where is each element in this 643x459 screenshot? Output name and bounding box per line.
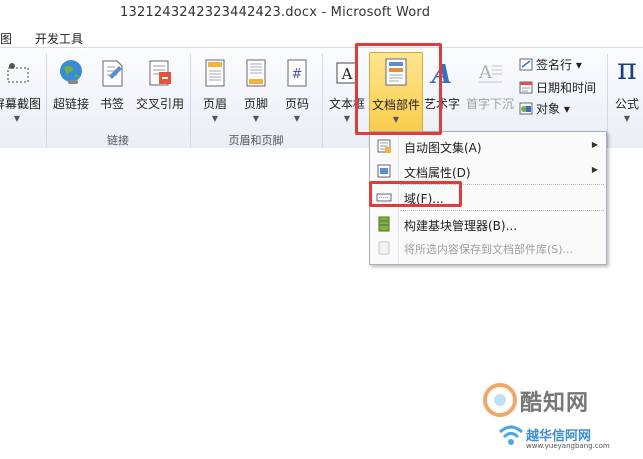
building-blocks-icon bbox=[378, 216, 390, 232]
chevron-down-icon: ▼ bbox=[623, 114, 631, 123]
chevron-right-icon: ▶ bbox=[591, 140, 598, 149]
equation-label: 公式 bbox=[614, 97, 639, 111]
svg-text:A: A bbox=[478, 62, 493, 83]
object-button[interactable]: 对象 ▾ bbox=[519, 100, 570, 117]
menu-divider bbox=[400, 210, 604, 211]
cross-reference-button[interactable]: 交叉引用 bbox=[132, 54, 188, 126]
chevron-down-icon: ▼ bbox=[211, 114, 219, 123]
drop-cap-label: 首字下沉 bbox=[465, 97, 514, 111]
cross-reference-label: 交叉引用 bbox=[135, 97, 184, 111]
date-time-label: 日期和时间 bbox=[536, 81, 597, 95]
equation-button[interactable]: π 公式 ▼ bbox=[609, 52, 643, 126]
highlight-field-item bbox=[369, 181, 462, 207]
screenshot-button[interactable]: 屏幕截图 ▼ bbox=[0, 54, 42, 126]
page-number-glyph: # bbox=[292, 67, 303, 82]
header-button[interactable]: 页眉 ▼ bbox=[197, 54, 233, 126]
text-box-glyph: A bbox=[341, 65, 353, 83]
date-time-button[interactable]: 日期和时间 bbox=[519, 79, 596, 96]
chevron-down-icon: ▼ bbox=[13, 114, 21, 123]
group-label-header-footer: 页眉和页脚 bbox=[228, 134, 284, 147]
menu-item-autotext[interactable]: 自动图文集(A) ▶ bbox=[370, 134, 606, 158]
page-number-label: 页码 bbox=[284, 97, 309, 111]
watermark-logo bbox=[483, 383, 517, 417]
menu-item-save-selection: 将所选内容保存到文档部件库(S)... bbox=[370, 236, 606, 260]
separator bbox=[607, 54, 608, 149]
highlight-quick-parts bbox=[355, 43, 442, 135]
hyperlink-label: 超链接 bbox=[52, 97, 89, 111]
screenshot-label: 屏幕截图 bbox=[0, 97, 41, 111]
menu-item-label: 将所选内容保存到文档部件库(S)... bbox=[404, 243, 574, 256]
chevron-right-icon: ▶ bbox=[591, 165, 598, 174]
ribbon-tabs: 图 开发工具 bbox=[0, 27, 643, 48]
screenshot-icon bbox=[7, 63, 29, 83]
signature-line-icon bbox=[519, 58, 533, 71]
header-icon bbox=[205, 59, 225, 87]
signature-line-button[interactable]: 签名行 ▾ bbox=[519, 56, 582, 73]
globe-link-icon bbox=[60, 60, 82, 84]
cross-reference-icon bbox=[149, 60, 171, 86]
header-label: 页眉 bbox=[202, 97, 227, 111]
tab-picture[interactable]: 图 bbox=[0, 30, 12, 47]
menu-item-label: 文档属性(D) bbox=[404, 166, 471, 180]
page-number-button[interactable]: # 页码 ▼ bbox=[279, 54, 315, 126]
menu-item-label: 构建基块管理器(B)... bbox=[404, 219, 518, 233]
bookmark-icon bbox=[102, 60, 123, 87]
hyperlink-button[interactable]: 超链接 bbox=[50, 54, 92, 126]
page-number-icon: # bbox=[287, 59, 307, 87]
separator bbox=[322, 54, 323, 149]
footer-button[interactable]: 页脚 ▼ bbox=[238, 54, 274, 126]
menu-item-document-property[interactable]: 文档属性(D) ▶ bbox=[370, 159, 606, 183]
group-label-links: 链接 bbox=[107, 134, 129, 147]
title-bar: 1321243242323442423.docx - Microsoft Wor… bbox=[0, 0, 643, 27]
watermark: 酷知网 越华信阿网 www.yueyangbang.com bbox=[482, 380, 632, 455]
object-icon bbox=[519, 102, 533, 115]
watermark-text-1: 酷知网 bbox=[520, 391, 590, 416]
save-selection-icon bbox=[378, 241, 390, 255]
chevron-down-icon: ▼ bbox=[252, 114, 260, 123]
menu-item-label: 自动图文集(A) bbox=[404, 141, 482, 155]
watermark-url: www.yueyangbang.com bbox=[526, 442, 610, 450]
footer-label: 页脚 bbox=[243, 97, 268, 111]
pi-icon: π bbox=[617, 52, 637, 87]
chevron-down-icon: ▼ bbox=[293, 114, 301, 123]
document-property-icon bbox=[377, 164, 391, 178]
signature-line-label: 签名行 ▾ bbox=[536, 58, 582, 72]
date-time-icon bbox=[519, 81, 533, 94]
bookmark-button[interactable]: 书签 bbox=[94, 54, 130, 126]
autotext-icon bbox=[377, 139, 391, 153]
drop-cap-icon: A bbox=[478, 62, 502, 83]
window-title: 1321243242323442423.docx - Microsoft Wor… bbox=[120, 5, 431, 20]
tab-developer[interactable]: 开发工具 bbox=[35, 30, 83, 47]
drop-cap-button[interactable]: A 首字下沉 bbox=[463, 54, 517, 126]
bookmark-label: 书签 bbox=[99, 97, 124, 111]
menu-item-building-blocks[interactable]: 构建基块管理器(B)... bbox=[370, 212, 606, 236]
wifi-icon bbox=[498, 425, 524, 445]
footer-icon bbox=[246, 59, 266, 87]
object-label: 对象 ▾ bbox=[536, 102, 570, 116]
